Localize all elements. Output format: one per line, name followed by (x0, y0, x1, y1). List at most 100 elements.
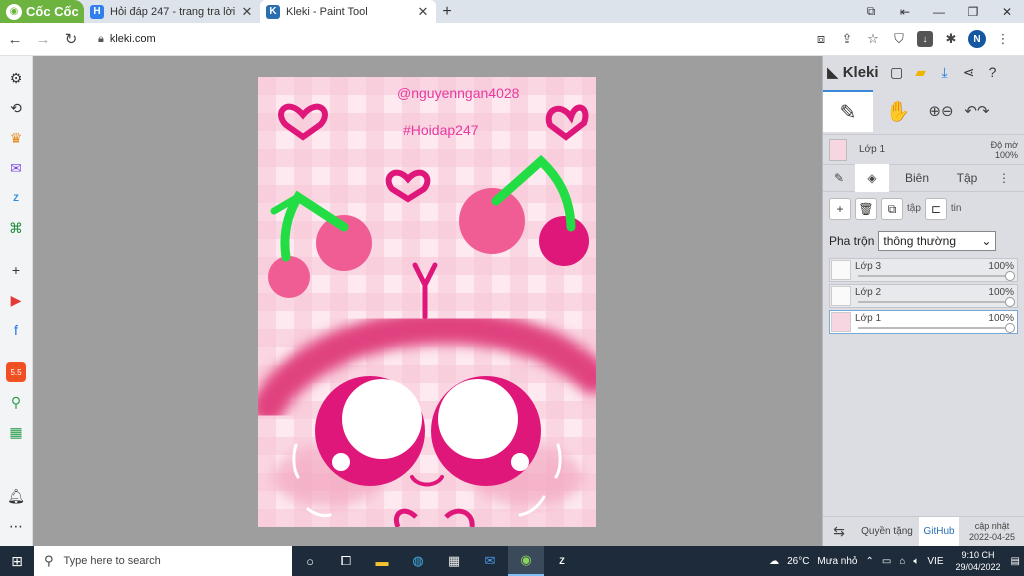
tab-edit[interactable]: Biên (889, 164, 945, 192)
history-icon[interactable]: ⟲ (6, 98, 26, 118)
forward-arrow-icon[interactable]: → (30, 26, 56, 52)
undo-redo-icon[interactable]: ↶↷ (959, 91, 995, 131)
opacity-slider-track[interactable] (858, 301, 1011, 303)
youtube-icon[interactable]: ▶ (6, 290, 26, 310)
merge-layer-text[interactable]: tập (907, 204, 921, 214)
task-view-icon[interactable]: ⧠ (328, 546, 364, 576)
canvas-workspace[interactable]: @nguyenngan4028 #Hoidap247 (33, 56, 822, 546)
messenger-icon[interactable]: ✉ (6, 158, 26, 178)
temperature[interactable]: 26°C (787, 556, 809, 567)
notification-bell-icon[interactable]: 🔔︎ (6, 486, 26, 506)
mail-icon[interactable]: ✉ (472, 546, 508, 576)
delete-layer-icon[interactable]: 🗑︎ (855, 198, 877, 220)
menu-dots-icon[interactable]: ⋮ (990, 26, 1016, 52)
opacity-slider-knob[interactable] (1005, 297, 1015, 307)
layer-item-1[interactable]: Lớp 1 100% (829, 310, 1018, 334)
brush-tab-icon[interactable]: ✎ (823, 164, 855, 192)
add-icon[interactable]: + (6, 260, 26, 280)
taskbar-search[interactable]: ⚲ Type here to search (34, 546, 292, 576)
update-info[interactable]: cập nhật 2022-04-25 (959, 517, 1024, 547)
github-link[interactable]: GitHub (919, 516, 959, 547)
star-icon[interactable]: ☆ (860, 26, 886, 52)
file-explorer-icon[interactable]: ▬ (364, 546, 400, 576)
tab-hoidap[interactable]: H Hỏi đáp 247 - trang tra lời ✕ (84, 0, 260, 23)
tab-kleki[interactable]: K Kleki - Paint Tool ✕ (260, 0, 436, 23)
network-icon[interactable]: ⌂ (899, 556, 905, 567)
layer-thumbnail (831, 260, 851, 280)
rename-layer-icon[interactable]: ⊏ (924, 198, 947, 220)
more-options-icon[interactable]: ⋮ (989, 164, 1019, 192)
brush-tool-icon[interactable]: ✎ (823, 90, 873, 132)
layer-info-text[interactable]: tin (951, 204, 962, 214)
more-dots-icon[interactable]: ⋯ (6, 516, 26, 536)
edge-icon[interactable]: ◍ (400, 546, 436, 576)
browser-brand[interactable]: ◉ Cốc Cốc (0, 0, 84, 23)
open-folder-icon[interactable]: ▰ (909, 60, 933, 84)
close-tab-icon[interactable]: ✕ (240, 4, 254, 20)
shield-icon[interactable]: ⛉ (886, 26, 912, 52)
save-download-icon[interactable]: ⤓ (933, 60, 957, 84)
sheet-icon[interactable]: ▦ (6, 422, 26, 442)
layers-tab-icon[interactable]: ◈ (855, 164, 889, 192)
drawing-canvas[interactable]: @nguyenngan4028 #Hoidap247 (258, 77, 596, 527)
facebook-icon[interactable]: f (6, 320, 26, 340)
crown-icon[interactable]: ♛ (6, 128, 26, 148)
browser-side-rail: ⚙ ⟲ ♛ ✉ Z ⌘ + ▶ f 5.5 ⚲ ▦ 🔔︎ ⋯ (0, 56, 33, 546)
battery-icon[interactable]: ▭ (882, 556, 891, 567)
maximize-icon[interactable]: ❐ (956, 0, 990, 23)
url-field[interactable]: 🔒︎ kleki.com (92, 26, 782, 52)
layer-item-2[interactable]: Lớp 2 100% (829, 284, 1018, 308)
eye-left-sparkle (332, 453, 350, 471)
game-controller-icon[interactable]: ⌘ (6, 218, 26, 238)
hand-tool-icon[interactable]: ✋ (873, 90, 923, 132)
cherry-right-small (539, 216, 589, 266)
new-image-icon[interactable]: ▢ (885, 60, 909, 84)
new-tab-icon[interactable]: + (436, 1, 458, 23)
minimize-icon[interactable]: — (922, 0, 956, 23)
windows-start-icon[interactable]: ⊞ (0, 546, 34, 576)
opacity-slider-knob[interactable] (1005, 323, 1015, 333)
zoom-in-out-icon[interactable]: ⊕⊖ (923, 91, 959, 131)
weather-text[interactable]: Mưa nhỏ (817, 556, 857, 567)
opacity-slider-knob[interactable] (1005, 271, 1015, 281)
coccoc-taskbar-icon[interactable]: ◉ (508, 546, 544, 576)
layer-item-3[interactable]: Lớp 3 100% (829, 258, 1018, 282)
swap-side-icon[interactable]: ⇆ (823, 517, 855, 547)
location-icon[interactable]: ⚲ (6, 392, 26, 412)
extensions-icon[interactable]: ✱ (938, 26, 964, 52)
opacity-slider-track[interactable] (858, 275, 1011, 277)
clock[interactable]: 9:10 CH 29/04/2022 (956, 549, 1001, 573)
close-icon[interactable]: ✕ (990, 0, 1024, 23)
back-arrow-icon[interactable]: ← (2, 26, 28, 52)
cortana-icon[interactable]: ○ (292, 546, 328, 576)
address-tools: ⧈ ⇪ ☆ ⛉ ↓ ✱ N ⋮ (808, 26, 1016, 52)
translate-icon[interactable]: ⧈ (808, 26, 834, 52)
duplicate-layer-icon[interactable]: ⧉ (881, 198, 903, 220)
back-to-icon[interactable]: ⇤ (888, 0, 922, 23)
restore-icon[interactable]: ⧉ (854, 0, 888, 23)
close-tab-icon[interactable]: ✕ (416, 4, 430, 20)
layer-thumbnail (831, 312, 851, 332)
reload-icon[interactable]: ↻ (58, 26, 84, 52)
zalo-icon[interactable]: Z (6, 188, 26, 208)
share-icon[interactable]: ⋖ (957, 60, 981, 84)
tab-file[interactable]: Tập (945, 164, 989, 192)
store-icon[interactable]: ▦ (436, 546, 472, 576)
shopee-icon[interactable]: 5.5 (6, 362, 26, 382)
privacy-link[interactable]: Quyền tặng (855, 517, 919, 547)
chevron-up-icon[interactable]: ⌃ (865, 556, 873, 567)
notifications-icon[interactable]: ▤ (1011, 556, 1020, 567)
add-layer-icon[interactable]: + (829, 198, 851, 220)
panel-footer: ⇆ Quyền tặng GitHub cập nhật 2022-04-25 (823, 516, 1024, 547)
eye-right-white (438, 379, 518, 459)
settings-icon[interactable]: ⚙ (6, 68, 26, 88)
zalo-taskbar-icon[interactable]: Z (544, 546, 580, 576)
share-icon[interactable]: ⇪ (834, 26, 860, 52)
help-icon[interactable]: ? (981, 60, 1005, 84)
language-indicator[interactable]: VIE (927, 556, 943, 567)
blend-mode-select[interactable]: thông thường ⌄ (878, 231, 997, 251)
opacity-slider-track[interactable] (858, 327, 1011, 329)
profile-avatar[interactable]: N (968, 30, 986, 48)
download-icon[interactable]: ↓ (917, 31, 933, 47)
volume-icon[interactable]: 🔈︎ (913, 556, 919, 567)
